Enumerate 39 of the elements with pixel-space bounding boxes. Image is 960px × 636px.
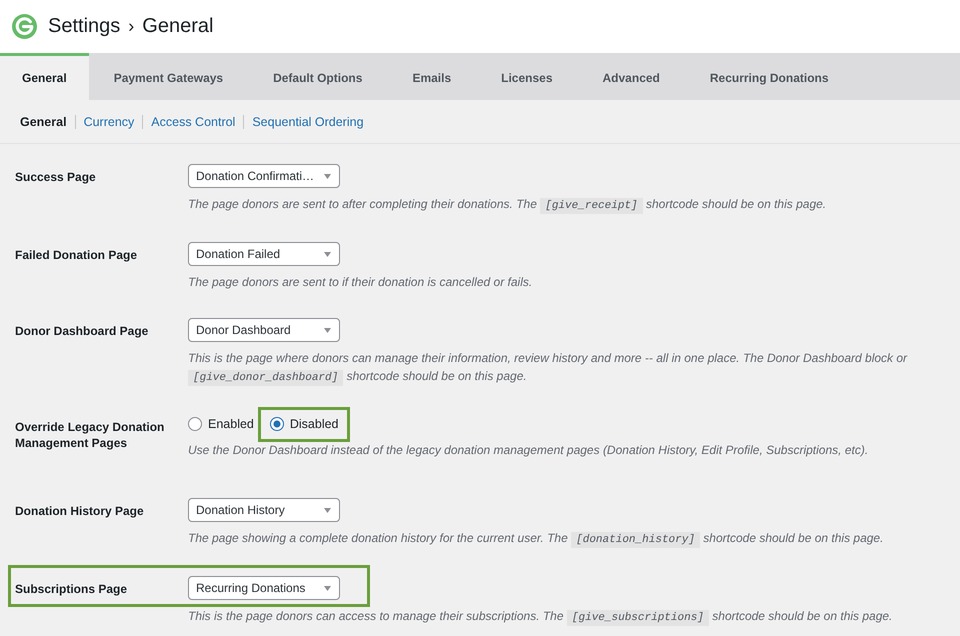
description-text: The page showing a complete donation history for the current user. The [donation_history] shortcode should be on this page. [188,530,884,549]
tab[interactable]: Payment Gateways [88,53,248,100]
caret-icon [324,586,331,590]
description-text: This is the page where donors can manage their information, review history and more -- all in one place. The Donor Dashboard block or [give_donor_dashboard] shortcode should be on this page. [188,350,908,387]
setting-label: Subscriptions Page [15,582,128,596]
tab[interactable]: Licenses [476,53,578,100]
description-text: The page donors are sent to after completing their donations. The [give_receipt] shortcode should be on this page. [188,196,828,215]
description-text: The page donors are sent to if their donation is cancelled or fails. [188,274,534,291]
radio-option[interactable]: Enabled [188,417,254,431]
caret-icon [324,328,331,332]
subnav-link[interactable]: Access Control [151,114,236,128]
tab[interactable]: Emails [387,53,476,100]
description-text: This is the page donors can access to manage their subscriptions. The [give_subscriptions] shortcode should be on this page. [188,608,894,627]
tab[interactable]: Default Options [248,53,388,100]
caret-icon [324,252,331,256]
tab[interactable]: General [0,53,89,100]
radio-option[interactable]: Disabled [270,417,339,431]
setting-label: Override Legacy Donation Management Pages [15,420,164,450]
setting-label: Success Page [15,170,96,184]
logo-icon [12,14,37,39]
caret-icon [324,508,331,512]
breadcrumb-item: General [142,15,214,38]
setting-label: Failed Donation Page [15,248,138,262]
tab[interactable]: Advanced [578,53,685,100]
caret-icon [324,174,331,178]
page-select[interactable]: Donation History [188,498,340,522]
subnav-link[interactable]: Sequential Ordering [252,114,364,128]
page-select[interactable]: Donor Dashboard [188,318,340,342]
subnav-link[interactable]: General [20,114,67,128]
setting-label: Donor Dashboard Page [15,324,148,338]
page-select[interactable]: Donation Confirmati… [188,164,340,188]
description-text: Use the Donor Dashboard instead of the legacy donation management pages (Donation History, Edit Profile, Subscriptions, etc). [188,442,870,459]
subnav-link[interactable]: Currency [84,114,134,128]
page-select[interactable]: Recurring Donations [188,576,340,600]
page-select[interactable]: Donation Failed [188,242,340,266]
setting-label: Donation History Page [15,504,144,518]
tab[interactable]: Recurring Donations [684,53,854,100]
breadcrumb-separator: › [128,16,134,37]
breadcrumb-item: Settings [48,15,120,38]
